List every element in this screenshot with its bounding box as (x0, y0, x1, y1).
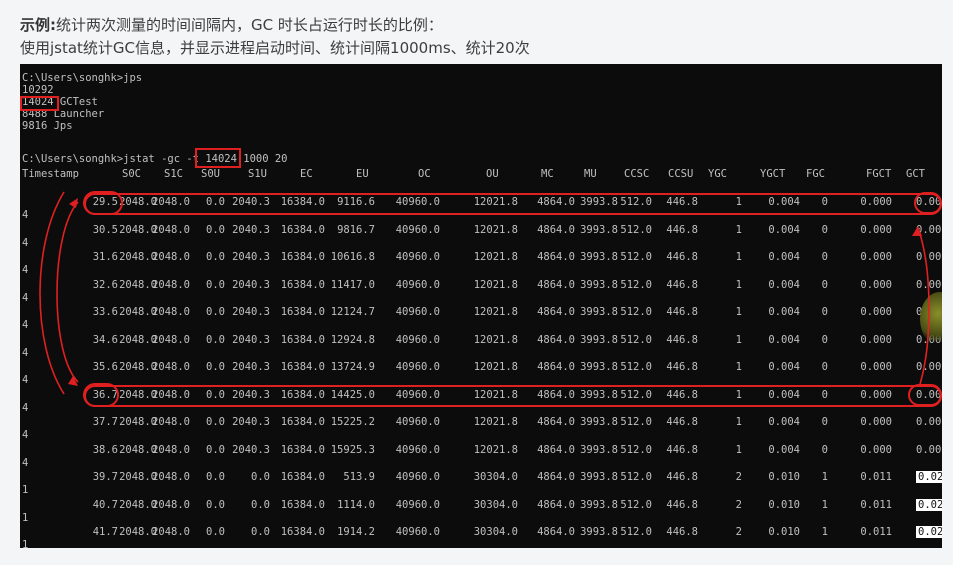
timestamp-arrow-curve (56, 201, 79, 383)
page-scrollbar[interactable] (942, 64, 950, 548)
terminal-window: C:\Users\songhk>jps 10292 14024 GCTest 8488… (20, 64, 942, 548)
arrow-head-top (69, 198, 78, 208)
timestamp-arrow-curve-outer (39, 191, 65, 395)
caption-line-2: 使用jstat统计GC信息，并显示进程启动时间、统计间隔1000ms、统计20次 (20, 39, 530, 57)
gct-arrow-curve (919, 233, 930, 385)
annotation-arrows (39, 191, 930, 395)
caption: 示例:统计两次测量的时间间隔内，GC 时长占运行时长的比例： 使用jstat统计… (20, 14, 940, 60)
caption-line-1: 示例:统计两次测量的时间间隔内，GC 时长占运行时长的比例： (20, 14, 940, 37)
arrow-head-gct (912, 226, 922, 236)
caption-prefix: 示例: (20, 16, 56, 34)
caption-text: 统计两次测量的时间间隔内，GC 时长占运行时长的比例： (56, 16, 443, 34)
